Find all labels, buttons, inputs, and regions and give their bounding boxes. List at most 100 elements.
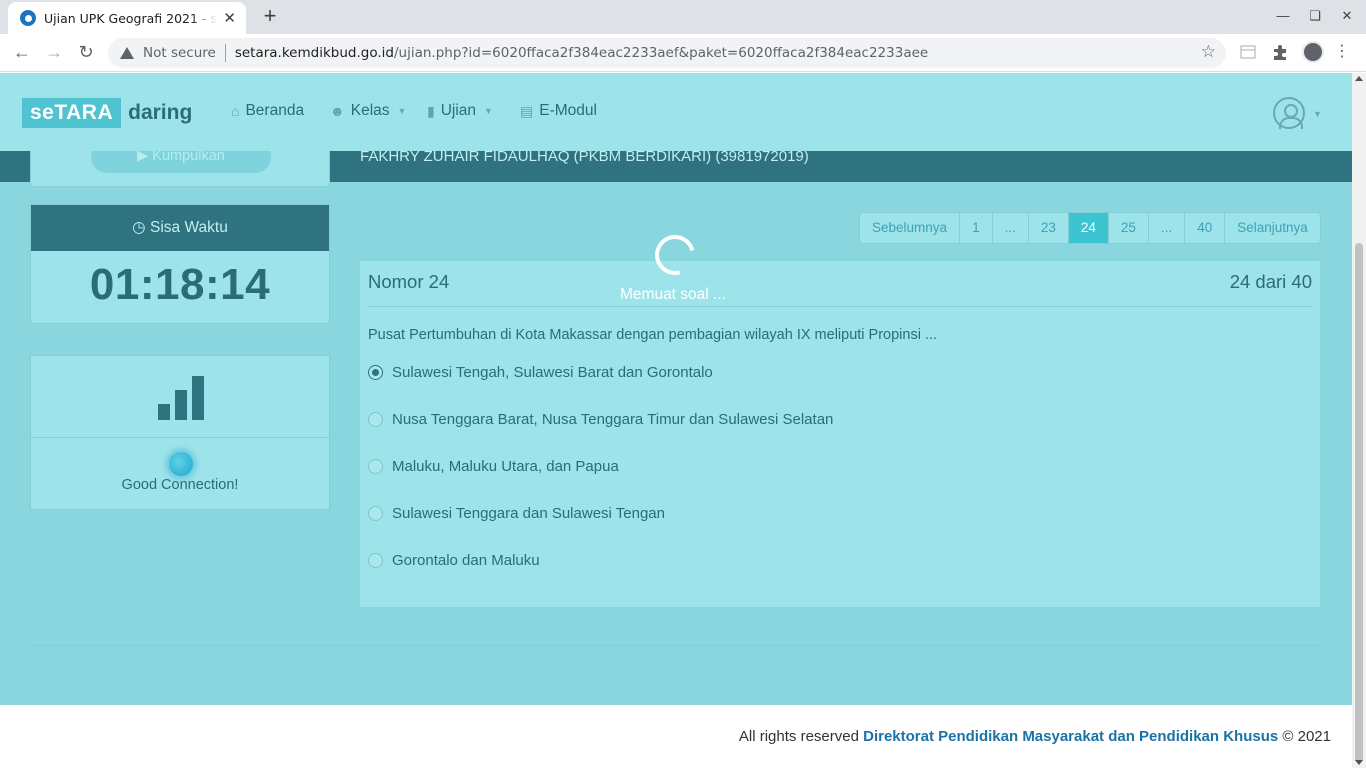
nav-label: E-Modul xyxy=(539,102,597,119)
answer-label[interactable]: Sulawesi Tenggara dan Sulawesi Tengan xyxy=(392,505,665,522)
window-close-icon[interactable]: ✕ xyxy=(1337,8,1357,24)
question-text: Pusat Pertumbuhan di Kota Makassar denga… xyxy=(368,327,938,343)
logo-box: seTARA xyxy=(22,98,122,128)
url-path: /ujian.php?id=6020ffaca2f384eac2233aef&p… xyxy=(393,45,929,61)
answer-option[interactable]: Sulawesi Tengah, Sulawesi Barat dan Goro… xyxy=(368,362,713,382)
browser-tab[interactable]: Ujian UPK Geografi 2021 - seTARA daring … xyxy=(8,2,246,34)
home-icon: ⌂ xyxy=(231,103,240,119)
timer-label: Sisa Waktu xyxy=(150,219,228,236)
timer-card: ◷ Sisa Waktu 01:18:14 xyxy=(30,204,330,324)
radio-button[interactable] xyxy=(368,364,383,380)
connection-card: Good Connection! xyxy=(30,355,330,510)
pagination-prev[interactable]: Sebelumnya xyxy=(860,213,961,243)
question-pagination: Sebelumnya 1 ... 23 24 25 ... 40 Selanju… xyxy=(859,212,1321,244)
answer-label[interactable]: Maluku, Maluku Utara, dan Papua xyxy=(392,458,619,475)
scrollbar-thumb[interactable] xyxy=(1355,243,1363,763)
connection-status-indicator xyxy=(169,452,193,476)
question-number: Nomor 24 xyxy=(368,271,450,292)
footer-link[interactable]: Direktorat Pendidikan Masyarakat dan Pen… xyxy=(863,728,1278,745)
tab-title: Ujian UPK Geografi 2021 - seTARA daring xyxy=(44,10,217,26)
content-area: FAKHRY ZUHAIR FIDAULHAQ (PKBM BERDIKARI)… xyxy=(0,73,1352,705)
content-divider xyxy=(30,645,1320,646)
footer-prefix: All rights reserved xyxy=(738,728,859,745)
radio-button[interactable] xyxy=(368,411,383,427)
answer-label[interactable]: Nusa Tenggara Barat, Nusa Tenggara Timur… xyxy=(392,411,833,428)
restore-icon[interactable]: ❏ xyxy=(1305,8,1325,24)
pagination-page[interactable]: 25 xyxy=(1108,213,1149,243)
scroll-up-icon[interactable] xyxy=(1355,76,1363,81)
browser-tab-bar: Ujian UPK Geografi 2021 - seTARA daring … xyxy=(0,0,1366,34)
signal-bar xyxy=(158,404,170,420)
pagination-page-active[interactable]: 24 xyxy=(1068,213,1109,243)
browser-toolbar: ← → ↻ Not secure setara.kemdikbud.go.id /… xyxy=(0,34,1366,72)
nav-item-emodul[interactable]: ▤ E-Modul xyxy=(520,102,597,120)
radio-button[interactable] xyxy=(368,552,383,568)
address-bar[interactable]: Not secure setara.kemdikbud.go.id/ujian.… xyxy=(108,38,1226,68)
scroll-down-icon[interactable] xyxy=(1355,760,1363,765)
footer-suffix: © 2021 xyxy=(1282,728,1331,745)
connection-status-text: Good Connection! xyxy=(121,477,239,493)
answer-option[interactable]: Sulawesi Tenggara dan Sulawesi Tengan xyxy=(368,503,665,523)
submit-card: ▶ Kumpulkan xyxy=(30,141,330,187)
signal-bars-icon xyxy=(158,374,204,420)
page-footer: All rights reserved Direktorat Pendidika… xyxy=(0,705,1352,768)
signal-bar xyxy=(192,376,204,420)
nav-label: Beranda xyxy=(245,102,305,119)
nav-item-ujian[interactable]: ▮ Ujian ▼ xyxy=(427,102,493,120)
logo-text: daring xyxy=(128,101,193,124)
connection-divider xyxy=(31,437,329,438)
extensions-puzzle-icon[interactable] xyxy=(1271,43,1289,61)
new-tab-button[interactable]: + xyxy=(258,5,282,29)
question-count: 24 dari 40 xyxy=(1229,271,1312,292)
extension-tile-icon[interactable] xyxy=(1239,43,1257,61)
clock-icon: ◷ xyxy=(132,219,146,236)
chevron-down-icon: ▼ xyxy=(484,106,493,116)
footer-text: All rights reserved Direktorat Pendidika… xyxy=(739,728,1331,745)
nav-label: Kelas xyxy=(350,102,390,119)
question-card: Nomor 24 24 dari 40 Pusat Pertumbuhan di… xyxy=(360,261,1320,607)
minimize-icon[interactable]: — xyxy=(1273,8,1293,23)
setara-logo[interactable]: seTARA daring xyxy=(22,98,192,128)
web-page: FAKHRY ZUHAIR FIDAULHAQ (PKBM BERDIKARI)… xyxy=(0,73,1352,768)
warning-icon xyxy=(120,47,134,59)
pagination-page[interactable]: 23 xyxy=(1028,213,1069,243)
site-favicon-icon xyxy=(20,10,36,26)
radio-button[interactable] xyxy=(368,505,383,521)
book-icon: ▤ xyxy=(520,102,534,119)
answer-option[interactable]: Nusa Tenggara Barat, Nusa Tenggara Timur… xyxy=(368,409,833,429)
answer-label[interactable]: Sulawesi Tengah, Sulawesi Barat dan Goro… xyxy=(392,364,713,381)
browser-menu-icon[interactable]: ⋮ xyxy=(1330,40,1354,64)
clipboard-icon: ▮ xyxy=(427,102,435,119)
user-avatar-icon[interactable] xyxy=(1273,97,1305,129)
loading-text: Memuat soal ... xyxy=(620,286,726,303)
page-scrollbar[interactable] xyxy=(1352,73,1366,768)
pagination-page[interactable]: 40 xyxy=(1185,213,1226,243)
back-arrow-icon[interactable]: ← xyxy=(10,40,34,64)
answer-option[interactable]: Gorontalo dan Maluku xyxy=(368,550,540,570)
answer-option[interactable]: Maluku, Maluku Utara, dan Papua xyxy=(368,456,619,476)
security-label[interactable]: Not secure xyxy=(143,45,216,61)
nav-label: Ujian xyxy=(440,102,477,119)
answer-label[interactable]: Gorontalo dan Maluku xyxy=(392,552,540,569)
top-navbar: seTARA daring ⌂ Beranda ☻ Kelas ▼ ▮ Ujia… xyxy=(0,73,1352,151)
chevron-down-icon[interactable]: ▼ xyxy=(1313,109,1322,119)
chevron-down-icon: ▼ xyxy=(397,106,407,116)
url-host: setara.kemdikbud.go.id xyxy=(234,45,394,61)
pagination-ellipsis: ... xyxy=(992,213,1029,243)
nav-item-beranda[interactable]: ⌂ Beranda xyxy=(231,102,304,120)
question-divider xyxy=(368,306,1312,307)
forward-arrow-icon[interactable]: → xyxy=(42,40,66,64)
timer-value: 01:18:14 xyxy=(89,260,271,309)
users-icon: ☻ xyxy=(330,103,345,119)
pagination-ellipsis: ... xyxy=(1148,213,1186,243)
tab-close-icon[interactable]: ✕ xyxy=(223,9,236,27)
nav-item-kelas[interactable]: ☻ Kelas ▼ xyxy=(330,102,406,120)
timer-header: ◷ Sisa Waktu xyxy=(31,205,329,251)
pagination-page[interactable]: 1 xyxy=(960,213,993,243)
radio-button[interactable] xyxy=(368,458,383,474)
reload-icon[interactable]: ↻ xyxy=(74,40,98,64)
bookmark-star-icon[interactable]: ☆ xyxy=(1201,42,1216,62)
signal-bar xyxy=(175,390,187,420)
profile-avatar[interactable] xyxy=(1302,41,1324,63)
pagination-next[interactable]: Selanjutnya xyxy=(1225,213,1320,243)
